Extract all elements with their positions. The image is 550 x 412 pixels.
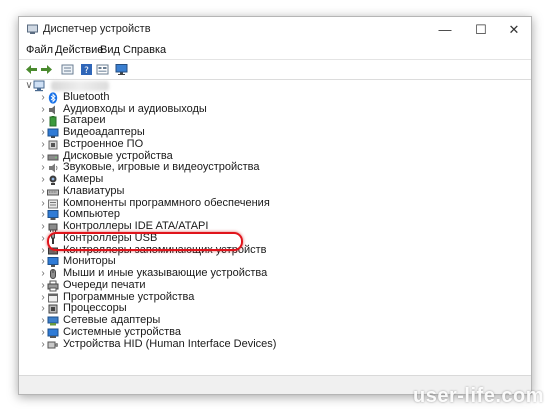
sound-device-icon	[49, 163, 58, 173]
tree-item-label: Контроллеры IDE ATA/ATAPI	[63, 220, 209, 232]
menu-action[interactable]: Действие	[55, 44, 103, 56]
highlight-annotation	[47, 232, 243, 251]
tree-item-label: Мониторы	[63, 255, 116, 267]
device-tree: ∨ › Bluetooth › Аудиовходы и аудиовыходы	[19, 79, 531, 374]
speaker-icon	[49, 105, 55, 114]
bluetooth-icon	[48, 91, 58, 104]
monitor-icon	[47, 257, 59, 267]
tree-item-label: Устройства HID (Human Interface Devices)	[63, 337, 277, 350]
menu-view[interactable]: Вид	[100, 44, 120, 56]
computer-name-redacted	[51, 81, 109, 91]
menu-file[interactable]: Файл	[26, 44, 53, 56]
menu-help[interactable]: Справка	[123, 44, 166, 56]
printer-icon	[47, 280, 59, 291]
tree-item-label: Компьютер	[63, 208, 120, 220]
tree-item-label: Сетевые адаптеры	[63, 314, 161, 326]
tree-item-label: Системные устройства	[63, 325, 182, 338]
hid-icon	[47, 341, 58, 348]
device-manager-app-icon	[27, 24, 38, 34]
close-button[interactable]: ✕	[498, 19, 530, 41]
tree-item-label: Программные устройства	[63, 290, 195, 303]
tree-item-label: Дисковые устройства	[63, 149, 173, 162]
keyboard-icon	[47, 189, 59, 195]
window-title: Диспетчер устройств	[43, 23, 151, 35]
software-component-icon	[48, 199, 58, 208]
properties-icon[interactable]	[61, 63, 74, 76]
help-icon[interactable]: ?	[80, 63, 93, 76]
processor-icon	[48, 304, 58, 314]
tree-item-label: Компоненты программного обеспечения	[63, 196, 270, 209]
forward-arrow-icon[interactable]	[40, 63, 53, 76]
tree-item-label: Клавиатуры	[63, 184, 125, 197]
tree-item-label: Аудиовходы и аудиовыходы	[63, 102, 207, 115]
maximize-button[interactable]: ☐	[465, 19, 497, 41]
menu-bar: Файл Действие Вид Справка	[19, 43, 531, 59]
minimize-button[interactable]: —	[429, 19, 461, 41]
monitor-icon[interactable]	[115, 63, 128, 76]
tree-item-label: Видеоадаптеры	[63, 126, 145, 138]
tree-item-label: Батареи	[63, 114, 106, 126]
firmware-icon	[48, 140, 58, 149]
battery-icon	[49, 116, 57, 127]
computer-icon	[33, 80, 45, 92]
computer-icon	[47, 210, 59, 220]
tree-item-label: Камеры	[63, 173, 104, 185]
svg-text:?: ?	[84, 66, 89, 76]
back-arrow-icon[interactable]	[25, 63, 38, 76]
tree-item-label: Bluetooth	[63, 90, 110, 103]
mouse-icon	[50, 269, 56, 279]
disk-icon	[47, 154, 59, 160]
title-bar: Диспетчер устройств — ☐ ✕	[19, 17, 531, 43]
tree-item-label: Процессоры	[63, 302, 127, 314]
tree-item-label: Звуковые, игровые и видеоустройства	[63, 161, 260, 173]
system-device-icon	[47, 328, 59, 338]
device-manager-window: Диспетчер устройств — ☐ ✕ Файл Действие …	[18, 16, 532, 395]
details-view-icon[interactable]	[96, 63, 109, 76]
software-device-icon	[48, 293, 58, 302]
tree-item-hid[interactable]: › Устройства HID (Human Interface Device…	[19, 337, 489, 351]
toolbar: ?	[19, 59, 531, 80]
watermark: user-life.com	[413, 385, 544, 407]
tree-item-label: Встроенное ПО	[63, 137, 144, 150]
camera-icon	[49, 175, 57, 185]
network-adapter-icon	[47, 316, 59, 326]
display-adapter-icon	[47, 128, 59, 138]
tree-item-label: Мыши и иные указывающие устройства	[63, 267, 268, 279]
tree-item-label: Очереди печати	[63, 278, 146, 291]
